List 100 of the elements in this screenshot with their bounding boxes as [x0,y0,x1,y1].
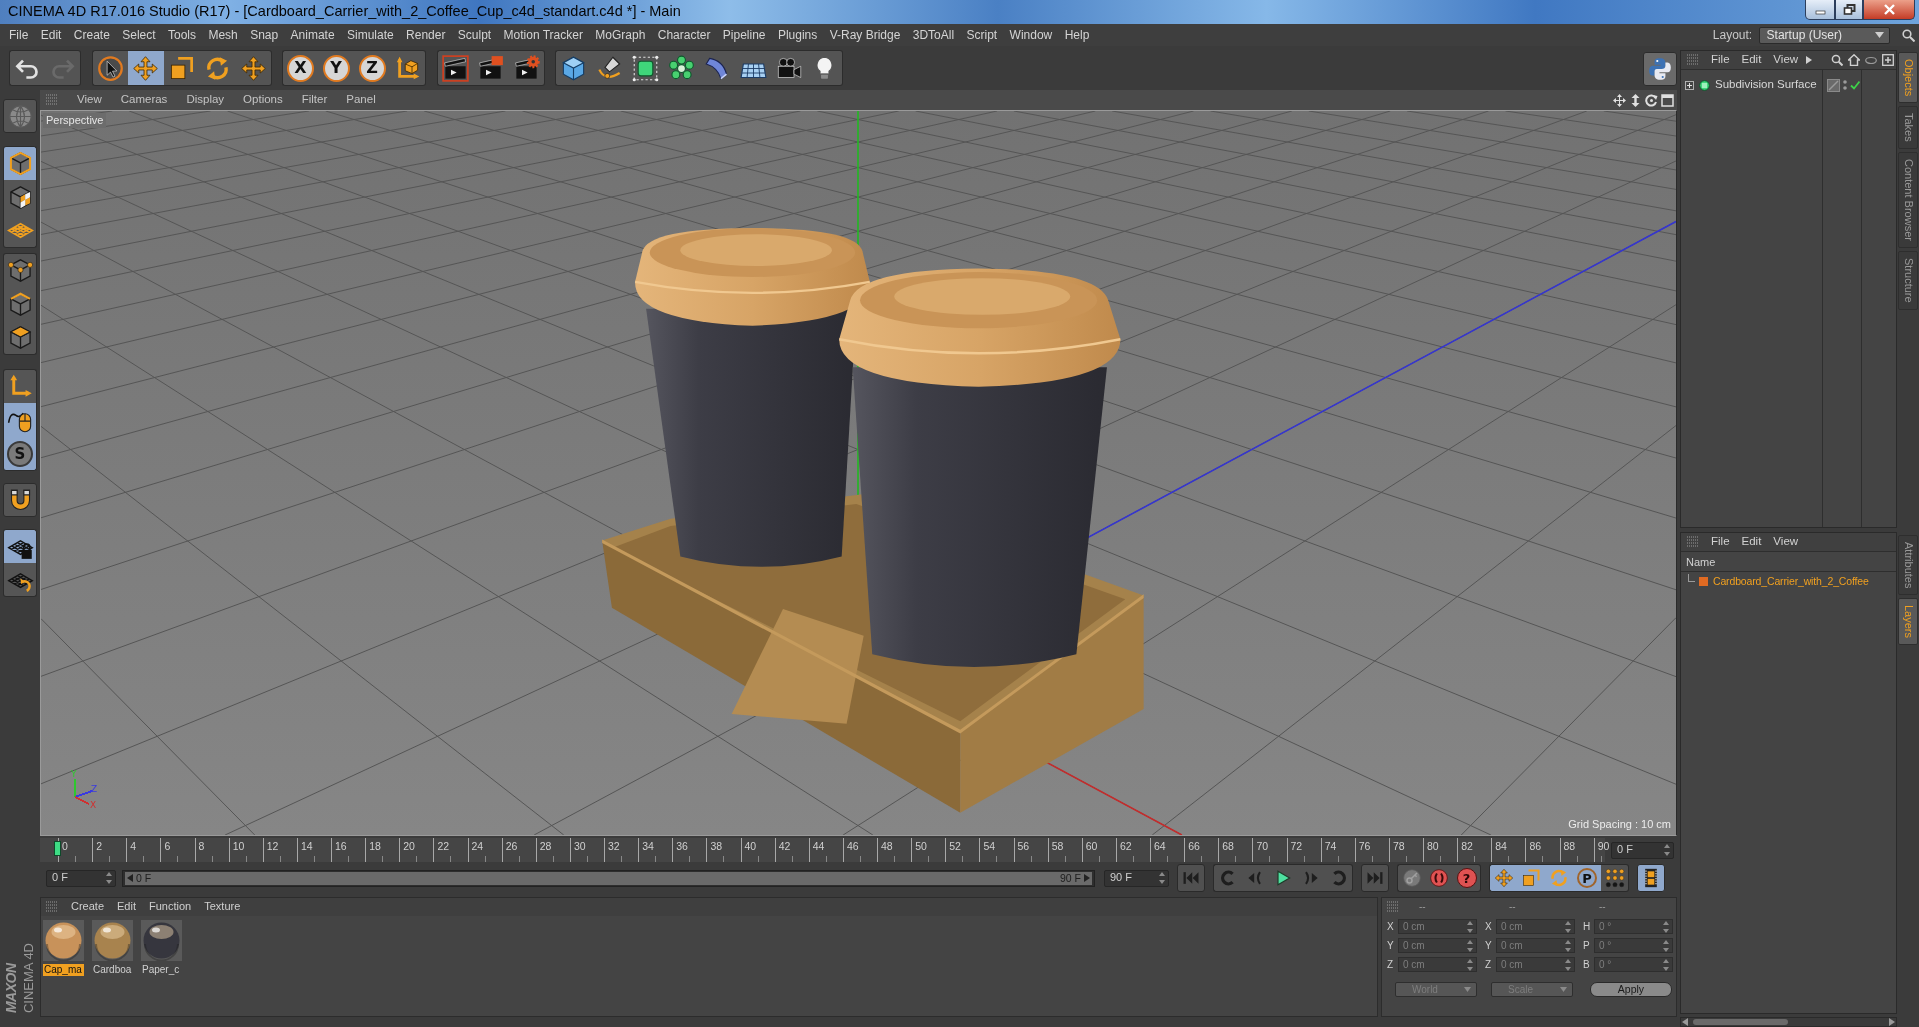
menu-item[interactable]: Help [1064,27,1090,43]
light-button[interactable] [807,50,843,86]
menu-item[interactable]: V-Ray Bridge [829,27,901,43]
vertical-arrows-icon[interactable] [1629,93,1642,107]
workplane-mode-button[interactable] [3,214,37,248]
material-menu-item[interactable]: Function [149,900,192,914]
panel-menu-item[interactable]: File [1711,53,1730,67]
position-key-button[interactable] [1489,864,1517,892]
expand-box-icon[interactable] [1685,80,1694,90]
menu-item[interactable]: MoGraph [595,27,646,43]
magnet-button[interactable] [3,483,37,517]
point-level-button[interactable] [1601,864,1629,892]
close-button[interactable] [1863,0,1915,20]
render-view-button[interactable] [436,50,473,86]
material-menu-item[interactable]: Texture [204,900,241,914]
menu-item[interactable]: Pipeline [722,27,766,43]
menu-item[interactable]: Window [1009,27,1053,43]
drag-handle-icon[interactable] [46,901,58,913]
lock-workplane-button[interactable] [3,529,37,563]
world-space-button[interactable] [3,99,37,133]
side-tab[interactable]: Structure [1898,251,1918,310]
panel-menu-item[interactable]: Edit [1741,53,1762,67]
axis-lock-button[interactable]: Y [318,50,354,86]
viewport-menu-item[interactable]: View [77,93,102,107]
panel-menu-item[interactable]: File [1711,535,1730,549]
home-icon[interactable] [1848,54,1860,66]
axis-lock-button[interactable]: Z [354,50,390,86]
viewport-menu-item[interactable]: Display [186,93,225,107]
restore-button[interactable] [1835,0,1863,20]
material-ball-icon[interactable] [141,920,182,961]
render-picture-button[interactable] [472,50,509,86]
menu-item[interactable]: 3DToAll [912,27,955,43]
material-menu-item[interactable]: Create [71,900,105,914]
texture-mode-button[interactable] [3,180,37,214]
menu-item[interactable]: Edit [40,27,62,43]
material-name[interactable]: Cardboa [92,964,133,976]
script-button[interactable] [1643,52,1677,86]
drag-handle-icon[interactable] [1687,536,1699,548]
tweak-mode-button[interactable] [3,403,37,437]
current-frame-field[interactable]: 0 F [1611,841,1674,859]
viewport-menu-item[interactable]: Filter [301,93,328,107]
search-icon[interactable] [1831,54,1843,66]
material-ball-icon[interactable] [43,920,84,961]
right-arrow-icon[interactable] [1084,874,1090,882]
visibility-dots-icon[interactable] [1843,79,1847,91]
menu-item[interactable]: Snap [250,27,279,43]
left-arrow-icon[interactable] [127,874,133,882]
menu-item[interactable]: Sculpt [457,27,492,43]
points-mode-button[interactable] [3,253,37,287]
material-name[interactable]: Paper_c [141,964,182,976]
menu-item[interactable]: Simulate [346,27,394,43]
material-menu-item[interactable]: Edit [117,900,136,914]
menu-item[interactable]: Character [657,27,711,43]
menu-item[interactable]: Render [406,27,446,43]
menu-item[interactable]: Select [122,27,156,43]
panel-menu-item[interactable]: Edit [1741,535,1762,549]
drag-handle-icon[interactable] [46,94,58,106]
model-mode-button[interactable] [3,146,37,180]
viewport-menu-item[interactable]: Panel [346,93,376,107]
menu-item[interactable]: Tools [168,27,196,43]
right-arrow-icon[interactable] [1888,1018,1896,1026]
start-frame-field[interactable]: 0 F [46,869,116,887]
menu-item[interactable]: Mesh [208,27,238,43]
scale-tool-button[interactable] [163,50,200,86]
material-name[interactable]: Cap_ma [43,964,84,976]
axis-lock-button[interactable]: X [282,50,318,86]
menu-item[interactable]: Motion Tracker [503,27,583,43]
scrollbar-thumb[interactable] [1693,1019,1788,1025]
axis-mode-button[interactable] [3,369,37,403]
plus-square-icon[interactable] [1882,54,1894,66]
parameter-key-button[interactable]: P [1573,864,1601,892]
align-workplane-button[interactable] [3,563,37,597]
checkmark-icon[interactable] [1850,80,1860,90]
autokey-button[interactable]: ? [1453,864,1481,892]
end-frame-field[interactable]: 90 F [1104,869,1169,887]
circular-arrow-icon[interactable] [1645,93,1658,107]
polygons-mode-button[interactable] [3,321,37,355]
search-icon[interactable] [1902,28,1915,42]
oval-icon[interactable] [1865,54,1877,66]
more-arrow-icon[interactable] [1806,56,1813,64]
timeline-window-button[interactable] [1637,864,1665,892]
hatched-square-icon[interactable] [1827,78,1840,92]
transform-tool-button[interactable] [235,50,272,86]
left-arrow-icon[interactable] [1681,1018,1689,1026]
horizontal-scrollbar[interactable] [1680,1017,1897,1027]
layer-color-swatch[interactable] [1699,576,1708,586]
layout-dropdown[interactable]: Startup (User) [1758,26,1890,44]
render-settings-button[interactable] [508,50,545,86]
menu-item[interactable]: File [9,27,29,43]
side-tab[interactable]: Content Browser [1898,152,1918,248]
window-square-icon[interactable] [1661,93,1674,107]
coordinate-system-button[interactable] [390,50,426,86]
select-tool-button[interactable] [91,50,128,86]
four-arrows-icon[interactable] [1613,93,1626,107]
minimize-button[interactable] [1805,0,1835,20]
panel-menu-item[interactable]: View [1773,535,1799,549]
object-name[interactable]: Subdivision Surface [1715,78,1817,92]
side-tab[interactable]: Takes [1898,106,1918,150]
panel-menu-item[interactable]: View [1773,53,1799,67]
move-tool-button[interactable] [127,50,164,86]
